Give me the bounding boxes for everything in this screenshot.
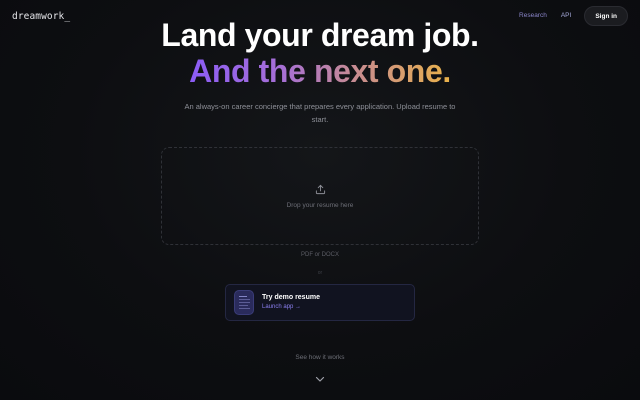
- hero-subtitle: And the next one.: [0, 52, 640, 90]
- chevron-down-icon[interactable]: [314, 373, 326, 385]
- see-how-it-works-link[interactable]: See how it works: [0, 354, 640, 361]
- hero-subtitle-text: And the next one.: [189, 53, 451, 89]
- or-divider: or: [317, 270, 323, 276]
- file-formats-hint: PDF or DOCX: [300, 252, 339, 258]
- resume-dropzone[interactable]: Drop your resume here: [161, 147, 479, 245]
- hero-description: An always-on career concierge that prepa…: [184, 102, 456, 124]
- hero-title: Land your dream job.: [161, 17, 479, 53]
- dropzone-label: Drop your resume here: [286, 201, 354, 209]
- document-icon: [234, 290, 254, 315]
- demo-text: Try demo resume Launch app →: [262, 293, 320, 312]
- launch-app-link[interactable]: Launch app →: [262, 303, 320, 312]
- demo-title: Try demo resume: [262, 294, 320, 301]
- try-demo-resume-card[interactable]: Try demo resume Launch app →: [225, 284, 415, 321]
- upload-icon: [315, 184, 325, 194]
